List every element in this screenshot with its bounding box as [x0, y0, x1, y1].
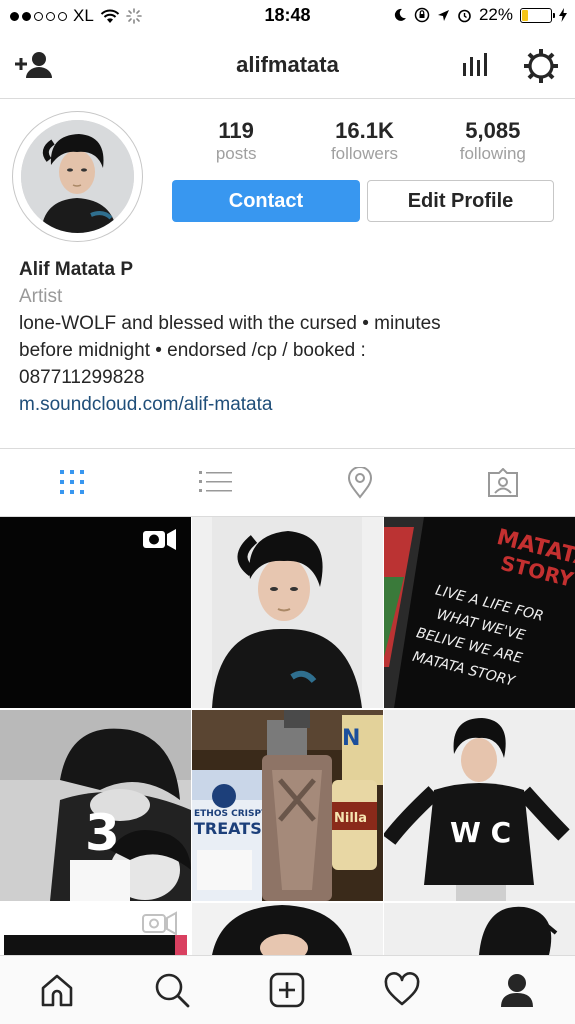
following-label: following — [459, 144, 526, 163]
battery-icon — [520, 7, 555, 23]
charging-bolt-icon — [559, 8, 567, 22]
bio-line-1: lone-WOLF and blessed with the cursed • … — [19, 313, 441, 334]
svg-text:N: N — [342, 726, 360, 751]
profile-counts: 119 posts 16.1K followers 5,085 followin… — [172, 118, 557, 164]
bottom-tab-bar — [0, 955, 575, 1024]
moon-icon — [394, 8, 406, 21]
avatar — [21, 120, 134, 233]
post-thumbnail[interactable] — [0, 517, 191, 708]
bio-line-2: before midnight • endorsed /cp / booked … — [19, 340, 366, 361]
battery-percent: 22% — [478, 5, 513, 24]
profile-link[interactable]: m.soundcloud.com/alif-matata — [19, 391, 559, 418]
contact-button[interactable]: Contact — [172, 180, 360, 222]
profile-header: alifmatata — [0, 32, 575, 99]
posts-number: 119 — [218, 118, 254, 143]
location-icon[interactable] — [346, 467, 374, 499]
posts-label: posts — [215, 144, 257, 163]
grid-icon[interactable] — [59, 469, 85, 495]
bottle-label: Nilla — [334, 811, 367, 826]
tagged-icon[interactable] — [487, 468, 519, 498]
new-post-icon[interactable] — [269, 972, 305, 1008]
rotation-lock-icon — [414, 7, 430, 23]
post-thumbnail[interactable] — [192, 517, 383, 708]
edit-profile-button[interactable]: Edit Profile — [367, 180, 554, 222]
post-thumbnail[interactable] — [0, 903, 191, 955]
profile-bio: Alif Matata P Artist lone-WOLF and bless… — [19, 256, 559, 418]
box-label-top: ETHOS CRISPY — [194, 809, 268, 819]
followers-count[interactable]: 16.1K followers — [300, 118, 428, 164]
followers-label: followers — [330, 144, 399, 163]
gear-icon[interactable] — [524, 49, 558, 83]
post-thumbnail[interactable]: 3 — [0, 710, 191, 901]
profile-tabs — [0, 448, 575, 517]
post-thumbnail[interactable]: MATATA STORY LIVE A LIFE FOR WHAT WE'VE … — [384, 517, 575, 708]
post-thumbnail[interactable]: W C — [384, 710, 575, 901]
bio-line-3[interactable]: 087711299828 — [19, 364, 559, 391]
box-label-main: TREATS — [194, 819, 262, 838]
followers-number: 16.1K — [335, 118, 394, 143]
posts-count[interactable]: 119 posts — [172, 118, 300, 164]
profile-icon[interactable] — [499, 972, 535, 1008]
status-right: 22% — [393, 5, 567, 25]
status-bar: XL 18:48 22% — [0, 0, 575, 32]
post-thumbnail[interactable] — [384, 903, 575, 955]
home-icon[interactable] — [39, 972, 75, 1008]
insights-icon[interactable] — [462, 51, 490, 77]
shirt-wc-text: W C — [450, 816, 511, 849]
post-thumbnail[interactable]: N Nilla ETHOS CRISPY TREATS — [192, 710, 383, 901]
post-thumbnail[interactable] — [192, 903, 383, 955]
list-icon[interactable] — [199, 469, 233, 495]
location-arrow-icon — [437, 9, 449, 21]
video-icon — [143, 529, 176, 550]
profile-category: Artist — [19, 286, 63, 307]
svg-text:3: 3 — [85, 804, 120, 862]
following-number: 5,085 — [465, 118, 521, 143]
heart-icon[interactable] — [384, 972, 420, 1008]
search-icon[interactable] — [154, 972, 190, 1008]
alarm-icon — [458, 9, 471, 22]
following-count[interactable]: 5,085 following — [429, 118, 557, 164]
profile-name: Alif Matata P — [19, 259, 134, 280]
profile-avatar-ring[interactable] — [12, 111, 143, 242]
